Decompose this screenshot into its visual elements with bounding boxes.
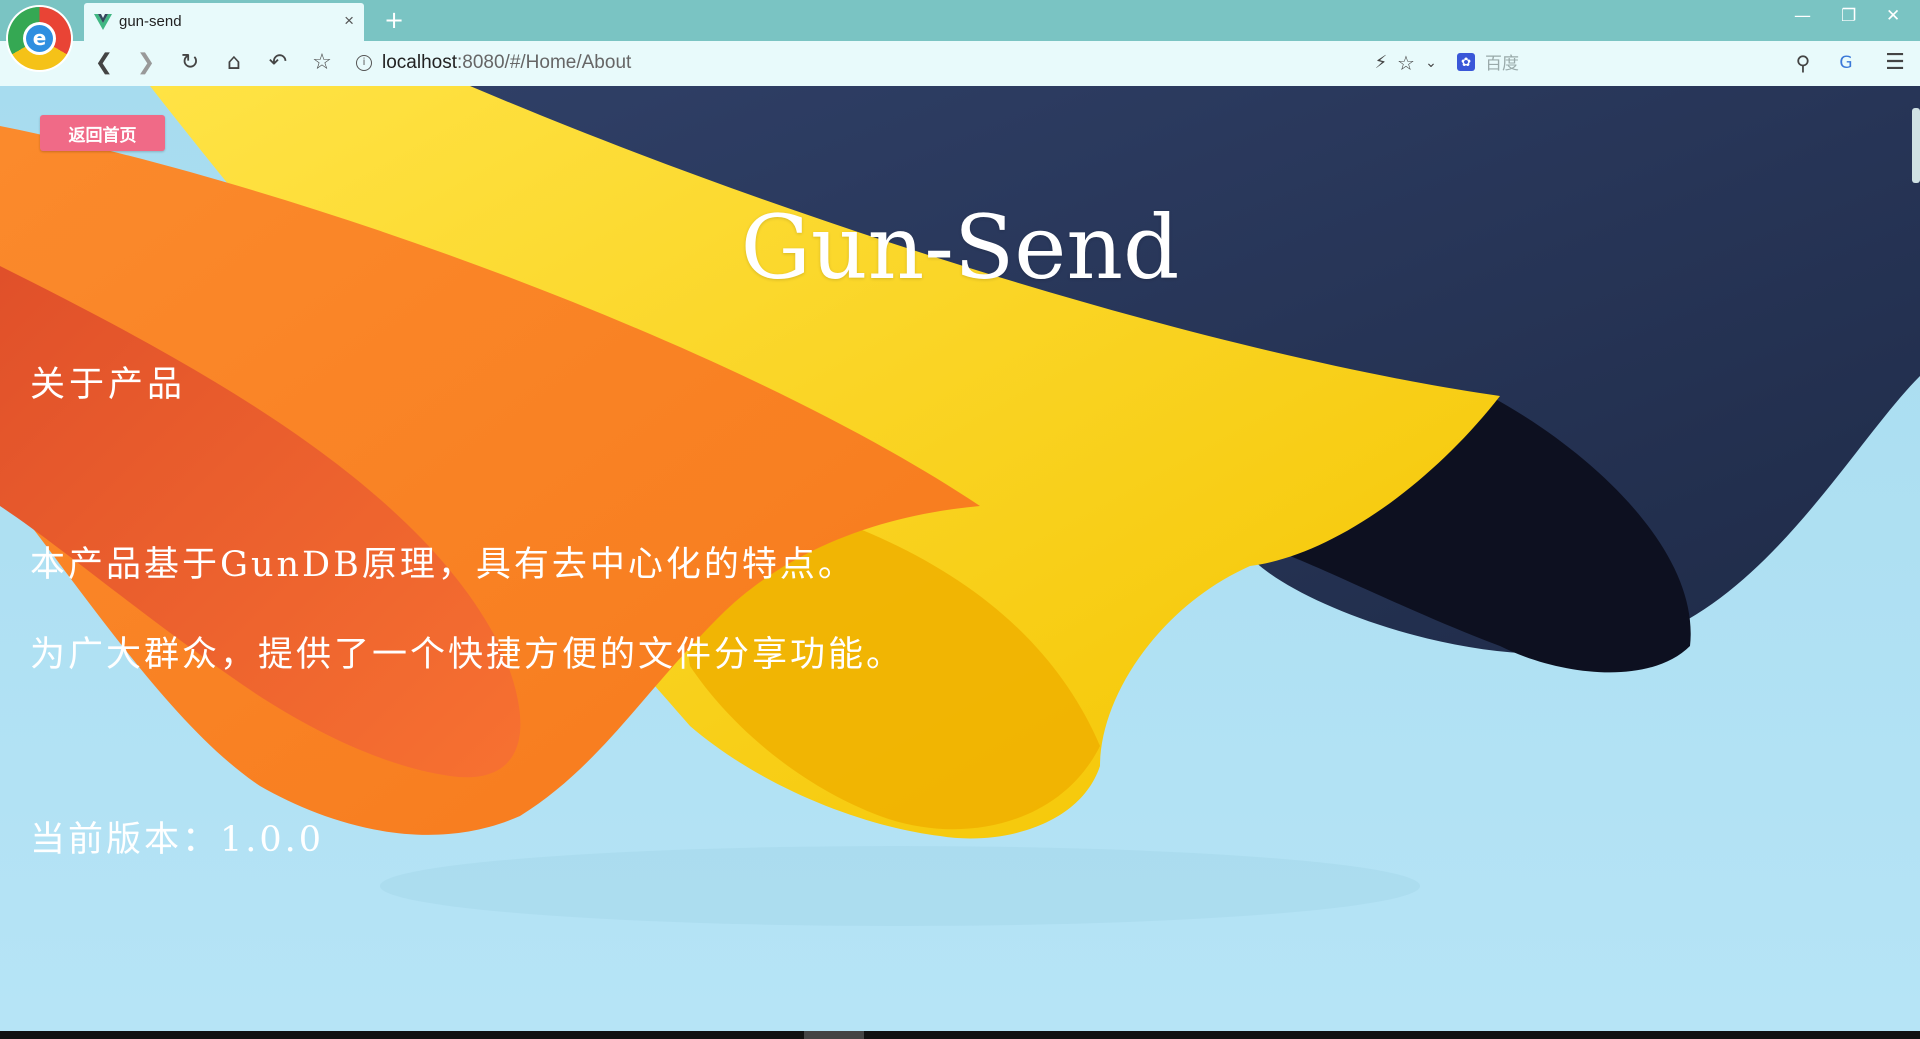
taskbar <box>0 1031 1920 1039</box>
reload-icon[interactable]: ↻ <box>177 50 203 76</box>
tab-close-icon[interactable]: × <box>344 11 354 31</box>
address-toolbar: ❮ ❯ ↻ ⌂ ↶ ☆ i localhost:8080/#/Home/Abou… <box>0 41 1920 87</box>
back-home-button[interactable]: 返回首页 <box>40 115 165 151</box>
search-box[interactable]: ✿ <box>1457 50 1837 78</box>
about-heading: 关于产品 <box>30 365 187 405</box>
search-input[interactable] <box>1483 50 1787 78</box>
browser-logo[interactable]: e <box>8 7 71 70</box>
undo-close-icon[interactable]: ↶ <box>265 50 291 76</box>
description-line-2: 为广大群众，提供了一个快捷方便的文件分享功能。 <box>30 635 905 675</box>
lightning-icon[interactable]: ⚡ <box>1368 50 1394 76</box>
minimize-icon[interactable]: — <box>1794 6 1811 26</box>
browser-tab[interactable]: gun-send × <box>84 3 364 41</box>
search-icon[interactable]: ⚲ <box>1790 50 1816 76</box>
chevron-down-icon[interactable]: ⌄ <box>1418 50 1444 76</box>
baidu-paw-icon: ✿ <box>1457 53 1475 71</box>
page-title: Gun-Send <box>740 196 1180 299</box>
vue-icon <box>94 14 112 30</box>
browser-logo-e-icon: e <box>26 25 53 52</box>
favorite-star-icon[interactable]: ☆ <box>1393 50 1419 76</box>
site-info-icon[interactable]: i <box>356 55 372 71</box>
taskbar-item[interactable] <box>804 1031 864 1039</box>
url-path: :8080/#/Home/About <box>457 52 632 73</box>
bookmark-star-icon[interactable]: ☆ <box>309 50 335 76</box>
description-line-1: 本产品基于GunDB原理，具有去中心化的特点。 <box>30 545 856 585</box>
home-icon[interactable]: ⌂ <box>221 50 247 76</box>
translate-icon[interactable]: G <box>1833 50 1859 76</box>
about-page: 返回首页 Gun-Send 关于产品 本产品基于GunDB原理，具有去中心化的特… <box>0 86 1920 1031</box>
new-tab-button[interactable]: + <box>384 6 404 34</box>
restore-icon[interactable]: ❐ <box>1841 6 1856 26</box>
menu-icon[interactable]: ☰ <box>1882 50 1908 76</box>
back-icon[interactable]: ❮ <box>91 50 117 76</box>
version-text: 当前版本：1.0.0 <box>30 820 325 860</box>
forward-icon[interactable]: ❯ <box>133 50 159 76</box>
close-window-icon[interactable]: ✕ <box>1886 6 1900 26</box>
address-bar[interactable]: localhost:8080/#/Home/About <box>382 52 631 74</box>
tab-bar: gun-send × + — ❐ ✕ <box>0 0 1920 41</box>
tab-title: gun-send <box>119 13 182 30</box>
url-host: localhost <box>382 52 457 73</box>
scrollbar-thumb[interactable] <box>1912 108 1920 183</box>
